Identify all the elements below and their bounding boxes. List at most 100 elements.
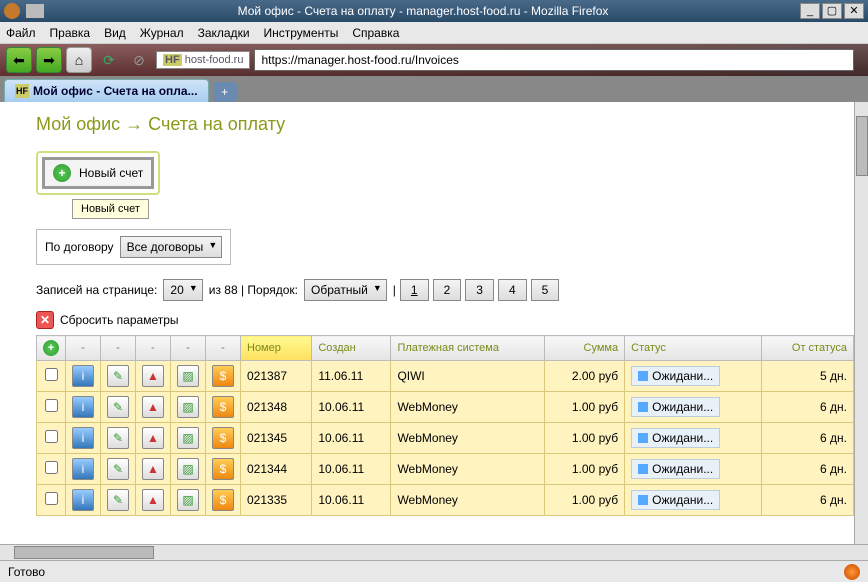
- minimize-button[interactable]: _: [800, 3, 820, 19]
- close-button[interactable]: ✕: [844, 3, 864, 19]
- row-checkbox[interactable]: [45, 430, 58, 443]
- reset-filters-label[interactable]: Сбросить параметры: [60, 313, 179, 327]
- url-bar[interactable]: https://manager.host-food.ru/Invoices: [254, 49, 854, 71]
- maximize-button[interactable]: ▢: [822, 3, 842, 19]
- col-since[interactable]: От статуса: [762, 336, 854, 361]
- table-row: i✎▲▨$02133510.06.11WebMoney1.00 рубОжида…: [37, 485, 854, 516]
- contract-dropdown[interactable]: Все договоры: [120, 236, 223, 258]
- reset-filters-icon[interactable]: ✕: [36, 311, 54, 329]
- image-icon[interactable]: ▨: [177, 458, 199, 480]
- col-payment[interactable]: Платежная система: [391, 336, 545, 361]
- col-add[interactable]: +: [37, 336, 66, 361]
- stop-button[interactable]: ⊘: [126, 47, 152, 73]
- menu-history[interactable]: Журнал: [140, 26, 184, 40]
- cell-since: 6 дн.: [762, 485, 854, 516]
- reload-button[interactable]: ⟳: [96, 47, 122, 73]
- menu-file[interactable]: Файл: [6, 26, 36, 40]
- breadcrumb-root[interactable]: Мой офис: [36, 114, 120, 134]
- info-icon[interactable]: i: [72, 489, 94, 511]
- image-icon[interactable]: ▨: [177, 489, 199, 511]
- info-icon[interactable]: i: [72, 396, 94, 418]
- forward-button[interactable]: ➡: [36, 47, 62, 73]
- site-identity[interactable]: HF host-food.ru: [156, 51, 250, 69]
- cell-created: 10.06.11: [312, 454, 391, 485]
- edit-icon[interactable]: ✎: [107, 489, 129, 511]
- status-badge[interactable]: Ожидани...: [631, 428, 720, 448]
- cell-sum: 2.00 руб: [545, 361, 625, 392]
- hscroll-thumb[interactable]: [14, 546, 154, 559]
- info-icon[interactable]: i: [72, 427, 94, 449]
- edit-icon[interactable]: ✎: [107, 365, 129, 387]
- back-button[interactable]: ⬅: [6, 47, 32, 73]
- pdf-icon[interactable]: ▲: [142, 458, 164, 480]
- info-icon[interactable]: i: [72, 458, 94, 480]
- image-icon[interactable]: ▨: [177, 365, 199, 387]
- edit-icon[interactable]: ✎: [107, 396, 129, 418]
- page-5[interactable]: 5: [531, 279, 560, 301]
- row-checkbox[interactable]: [45, 368, 58, 381]
- breadcrumb: Мой офис → Счета на оплату: [36, 114, 854, 135]
- page-4[interactable]: 4: [498, 279, 527, 301]
- cell-payment: WebMoney: [391, 485, 545, 516]
- status-badge[interactable]: Ожидани...: [631, 490, 720, 510]
- pay-icon[interactable]: $: [212, 458, 234, 480]
- status-badge[interactable]: Ожидани...: [631, 366, 720, 386]
- edit-icon[interactable]: ✎: [107, 427, 129, 449]
- window-title: Мой офис - Счета на оплату - manager.hos…: [48, 4, 798, 18]
- menu-bookmarks[interactable]: Закладки: [198, 26, 250, 40]
- col-status[interactable]: Статус: [625, 336, 762, 361]
- pay-icon[interactable]: $: [212, 489, 234, 511]
- plus-circle-icon: +: [53, 164, 71, 182]
- page-2[interactable]: 2: [433, 279, 462, 301]
- cell-payment: WebMoney: [391, 392, 545, 423]
- menu-tools[interactable]: Инструменты: [264, 26, 339, 40]
- edit-icon[interactable]: ✎: [107, 458, 129, 480]
- row-checkbox[interactable]: [45, 399, 58, 412]
- cell-status: Ожидани...: [625, 361, 762, 392]
- reload-icon: ⟳: [103, 52, 115, 69]
- window-menu-icon[interactable]: [26, 4, 44, 18]
- tab-favicon: HF: [15, 84, 29, 98]
- pay-icon[interactable]: $: [212, 396, 234, 418]
- menu-edit[interactable]: Правка: [50, 26, 91, 40]
- cell-since: 6 дн.: [762, 454, 854, 485]
- order-dropdown[interactable]: Обратный: [304, 279, 387, 301]
- new-tab-button[interactable]: +: [213, 82, 237, 102]
- browser-menubar: Файл Правка Вид Журнал Закладки Инструме…: [0, 22, 868, 44]
- vscroll-thumb[interactable]: [856, 116, 868, 176]
- status-text: Готово: [8, 565, 45, 579]
- status-badge[interactable]: Ожидани...: [631, 397, 720, 417]
- pdf-icon[interactable]: ▲: [142, 489, 164, 511]
- horizontal-scrollbar[interactable]: [0, 544, 868, 560]
- cell-payment: WebMoney: [391, 454, 545, 485]
- vertical-scrollbar[interactable]: [854, 102, 868, 544]
- plus-icon[interactable]: +: [43, 340, 59, 356]
- pdf-icon[interactable]: ▲: [142, 427, 164, 449]
- col-sum[interactable]: Сумма: [545, 336, 625, 361]
- menu-view[interactable]: Вид: [104, 26, 126, 40]
- pay-icon[interactable]: $: [212, 365, 234, 387]
- home-button[interactable]: ⌂: [66, 47, 92, 73]
- image-icon[interactable]: ▨: [177, 427, 199, 449]
- new-invoice-label: Новый счет: [79, 166, 143, 180]
- col-number[interactable]: Номер: [241, 336, 312, 361]
- pdf-icon[interactable]: ▲: [142, 365, 164, 387]
- row-checkbox[interactable]: [45, 461, 58, 474]
- browser-tabbar: HF Мой офис - Счета на опла... +: [0, 76, 868, 102]
- pay-icon[interactable]: $: [212, 427, 234, 449]
- per-page-dropdown[interactable]: 20: [163, 279, 202, 301]
- invoices-table: + - - - - - Номер Создан Платежная систе…: [36, 335, 854, 516]
- row-checkbox[interactable]: [45, 492, 58, 505]
- new-invoice-button[interactable]: + Новый счет: [42, 157, 154, 189]
- pdf-icon[interactable]: ▲: [142, 396, 164, 418]
- info-icon[interactable]: i: [72, 365, 94, 387]
- page-3[interactable]: 3: [465, 279, 494, 301]
- image-icon[interactable]: ▨: [177, 396, 199, 418]
- cell-sum: 1.00 руб: [545, 454, 625, 485]
- tab-active[interactable]: HF Мой офис - Счета на опла...: [4, 79, 209, 102]
- status-badge[interactable]: Ожидани...: [631, 459, 720, 479]
- col-created[interactable]: Создан: [312, 336, 391, 361]
- menu-help[interactable]: Справка: [352, 26, 399, 40]
- col-action-2: -: [101, 336, 136, 361]
- page-1[interactable]: 1: [400, 279, 429, 301]
